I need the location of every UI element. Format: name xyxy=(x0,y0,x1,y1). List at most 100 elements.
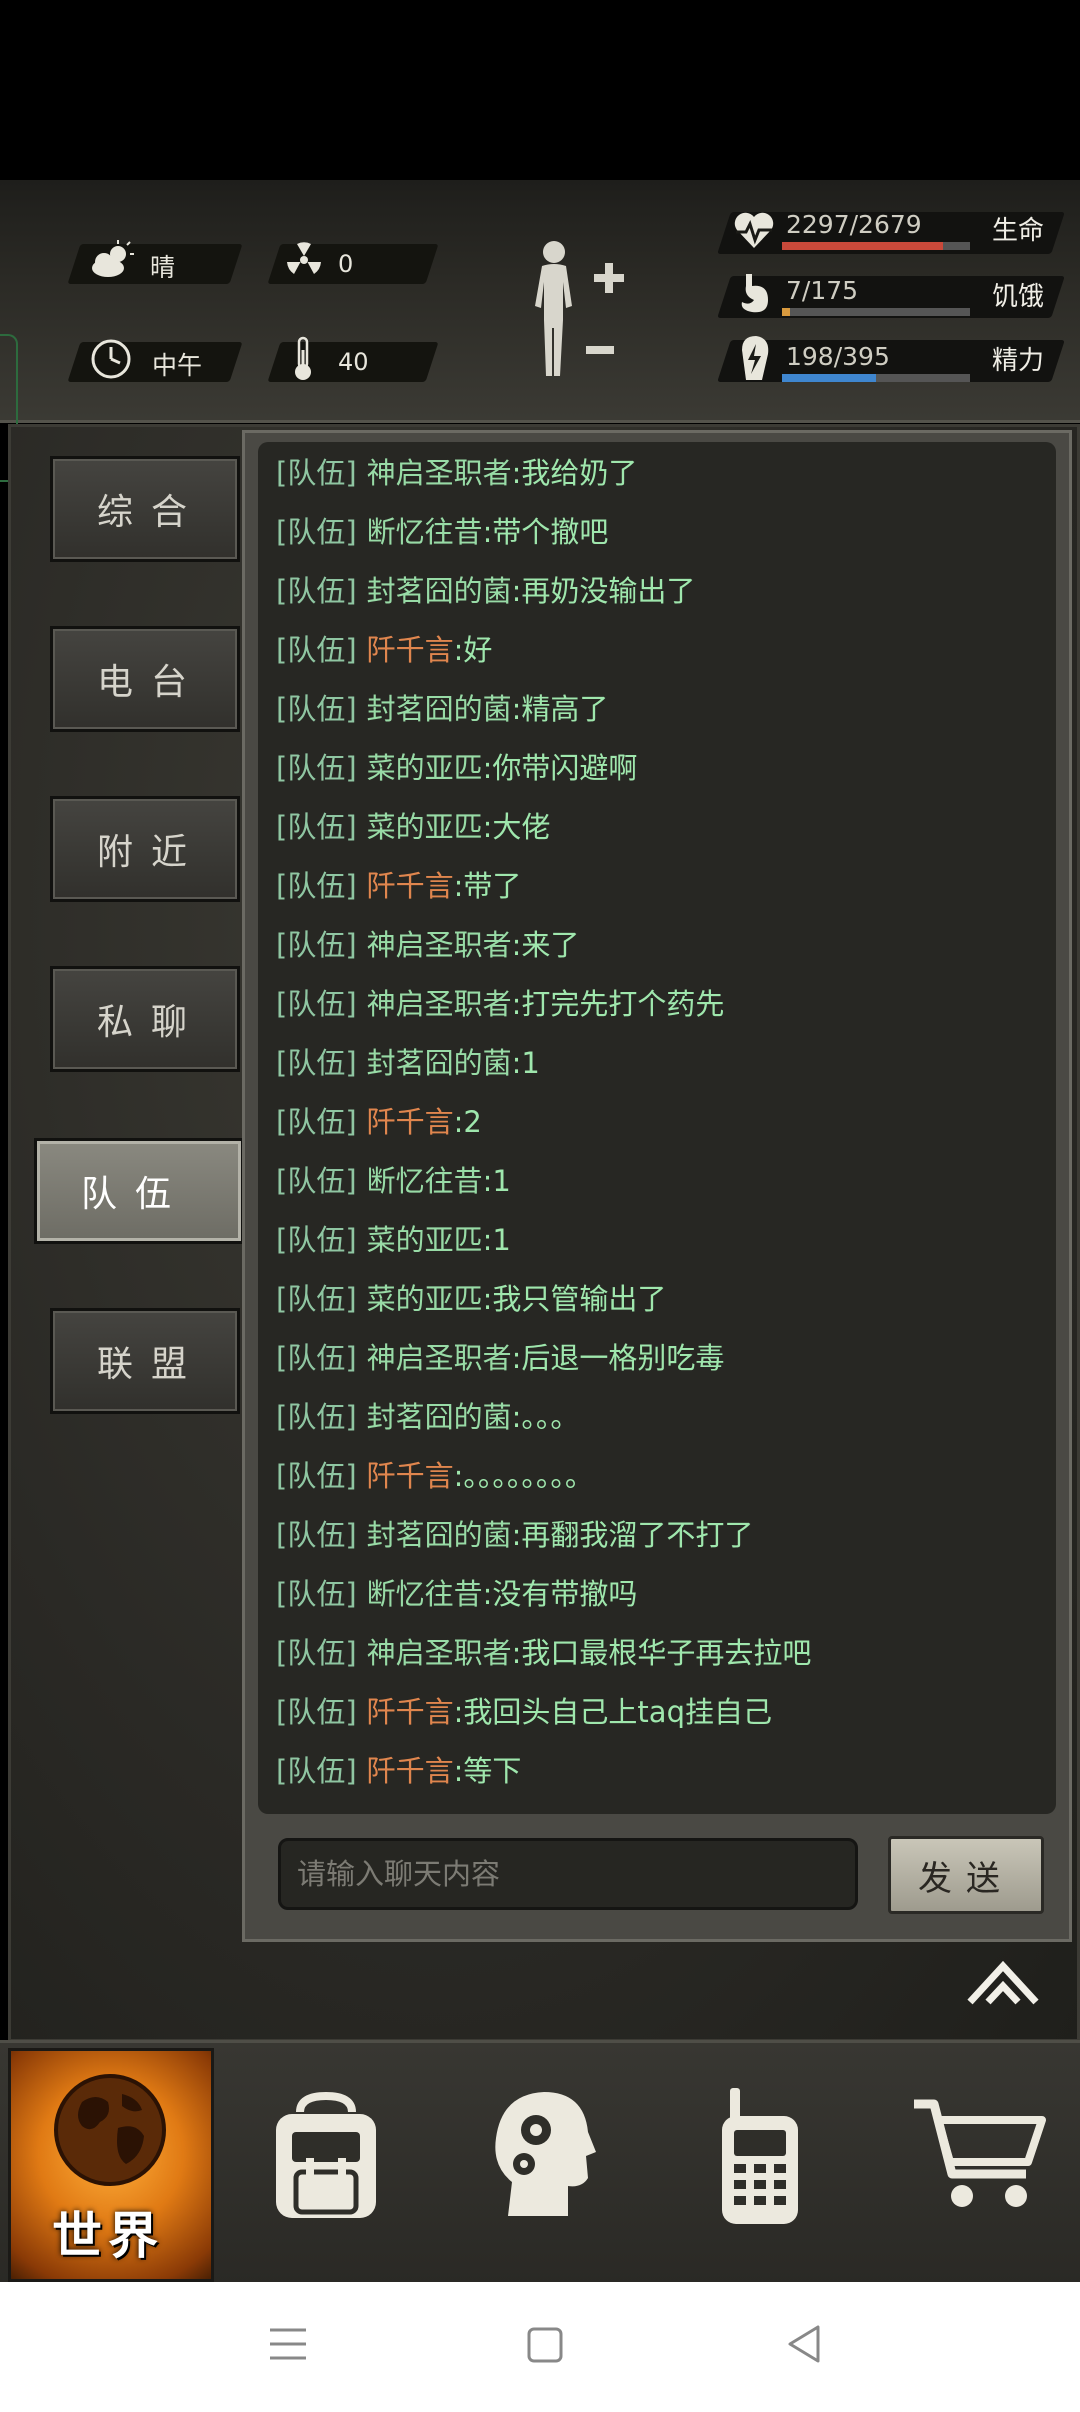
chat-channel-tag: [队伍] xyxy=(276,751,357,785)
heart-rate-icon xyxy=(734,212,774,248)
hunger-bar-fill xyxy=(782,308,790,316)
chat-message-text: :打完先打个药先 xyxy=(511,987,725,1021)
chat-sender-name[interactable]: 断忆往昔 xyxy=(367,1164,483,1198)
chat-message-list[interactable]: [队伍] 神启圣职者:我给奶了 [队伍] 断忆往昔:带个撤吧 [队伍] 封茗囧的菌:再奶没… xyxy=(258,442,1056,1814)
stomach-icon xyxy=(741,274,768,313)
hunger-bar-track xyxy=(782,308,970,316)
chat-message: [队伍] 阡千言:我回头自己上taq挂自己 xyxy=(258,1683,1056,1742)
health-label: 生命 xyxy=(992,216,1045,246)
chat-channel-tag: [队伍] xyxy=(276,1164,357,1198)
tab-alliance[interactable]: 联盟 xyxy=(50,1308,240,1414)
chat-sender-name[interactable]: 菜的亚匹 xyxy=(367,751,483,785)
time-label: 中午 xyxy=(152,351,203,380)
tab-radio[interactable]: 电台 xyxy=(50,626,240,732)
tab-label: 综合 xyxy=(97,492,206,533)
chat-message-text: :你带闪避啊 xyxy=(482,751,638,785)
chat-message-text: :。。。。。。。。 xyxy=(453,1459,594,1493)
tab-team[interactable]: 队伍 xyxy=(34,1138,244,1244)
chat-sender-name[interactable]: 封茗囧的菌 xyxy=(367,1518,512,1552)
chat-sender-name[interactable]: 封茗囧的菌 xyxy=(367,1400,512,1434)
chat-sender-name[interactable]: 神启圣职者 xyxy=(367,928,512,962)
home-icon[interactable] xyxy=(526,2326,564,2364)
chat-sender-name[interactable]: 阡千言 xyxy=(367,869,454,903)
chat-channel-tag: [队伍] xyxy=(276,633,357,667)
chat-message-text: :带个撤吧 xyxy=(482,515,609,549)
chat-message-text: :没有带撤吗 xyxy=(482,1577,638,1611)
chat-channel-tag: [队伍] xyxy=(276,810,357,844)
health-bar-fill xyxy=(782,242,944,250)
chat-message-text: :1 xyxy=(482,1164,511,1198)
chat-message-text: :我回头自己上taq挂自己 xyxy=(453,1695,772,1729)
tab-nearby[interactable]: 附近 xyxy=(50,796,240,902)
chat-sender-name[interactable]: 封茗囧的菌 xyxy=(367,574,512,608)
chat-channel-tag: [队伍] xyxy=(276,1636,357,1670)
chat-channel-tag: [队伍] xyxy=(276,1577,357,1611)
chat-sender-name[interactable]: 断忆往昔 xyxy=(367,515,483,549)
chat-sender-name[interactable]: 菜的亚匹 xyxy=(367,810,483,844)
chat-message-text: :精高了 xyxy=(511,692,609,726)
chat-sender-name[interactable]: 断忆往昔 xyxy=(367,1577,483,1611)
head-gears-icon[interactable] xyxy=(488,2086,598,2226)
tab-general[interactable]: 综合 xyxy=(50,456,240,562)
chat-message-text: :我只管输出了 xyxy=(482,1282,667,1316)
chat-sender-name[interactable]: 菜的亚匹 xyxy=(367,1223,483,1257)
chat-message: [队伍] 封茗囧的菌:再翻我溜了不打了 xyxy=(258,1506,1056,1565)
collapse-chevron-icon[interactable] xyxy=(966,1960,1040,2006)
chat-channel-tag: [队伍] xyxy=(276,1223,357,1257)
chat-message: [队伍] 封茗囧的菌:1 xyxy=(258,1034,1056,1093)
walkie-talkie-icon[interactable] xyxy=(712,2086,808,2228)
chat-sender-name[interactable]: 阡千言 xyxy=(367,633,454,667)
chat-channel-tag: [队伍] xyxy=(276,456,357,490)
chat-message-text: :等下 xyxy=(453,1754,522,1788)
chat-message-text: :1 xyxy=(511,1046,540,1080)
chat-message: [队伍] 断忆往昔:没有带撤吗 xyxy=(258,1565,1056,1624)
chat-message: [队伍] 阡千言:。。。。。。。。 xyxy=(258,1447,1056,1506)
chat-sender-name[interactable]: 阡千言 xyxy=(367,1695,454,1729)
back-icon[interactable] xyxy=(786,2324,822,2364)
chat-channel-tag: [队伍] xyxy=(276,928,357,962)
chat-input[interactable]: 请输入聊天内容 xyxy=(278,1838,858,1910)
tab-label: 队伍 xyxy=(81,1174,190,1215)
chat-sender-name[interactable]: 封茗囧的菌 xyxy=(367,692,512,726)
energy-bar-track xyxy=(782,374,970,382)
chat-sender-name[interactable]: 神启圣职者 xyxy=(367,456,512,490)
chat-message: [队伍] 神启圣职者:我口最根华子再去拉吧 xyxy=(258,1624,1056,1683)
chat-channel-tag: [队伍] xyxy=(276,1282,357,1316)
chat-sender-name[interactable]: 阡千言 xyxy=(367,1754,454,1788)
chat-sender-name[interactable]: 神启圣职者 xyxy=(367,1636,512,1670)
menu-icon[interactable] xyxy=(268,2326,308,2362)
chat-sender-name[interactable]: 阡千言 xyxy=(367,1459,454,1493)
chat-channel-tag: [队伍] xyxy=(276,1754,357,1788)
health-bar-track xyxy=(782,242,970,250)
chat-message: [队伍] 神启圣职者:来了 xyxy=(258,916,1056,975)
send-button[interactable]: 发送 xyxy=(888,1836,1044,1914)
hunger-label: 饥饿 xyxy=(992,282,1045,312)
chat-message: [队伍] 阡千言:带了 xyxy=(258,857,1056,916)
chat-channel-tag: [队伍] xyxy=(276,574,357,608)
chat-channel-tag: [队伍] xyxy=(276,1341,357,1375)
chat-message-text: :大佬 xyxy=(482,810,551,844)
chat-message-text: :我口最根华子再去拉吧 xyxy=(511,1636,812,1670)
cloud-sun-icon xyxy=(92,240,134,277)
tab-private[interactable]: 私聊 xyxy=(50,966,240,1072)
shopping-cart-icon[interactable] xyxy=(910,2096,1046,2216)
chat-message: [队伍] 封茗囧的菌:。。。 xyxy=(258,1388,1056,1447)
radiation-icon xyxy=(287,242,321,274)
tab-label: 私聊 xyxy=(97,1002,206,1043)
chat-sender-name[interactable]: 神启圣职者 xyxy=(367,1341,512,1375)
radiation-value: 0 xyxy=(338,250,354,278)
weather-label: 晴 xyxy=(150,253,176,282)
chat-sender-name[interactable]: 菜的亚匹 xyxy=(367,1282,483,1316)
backpack-icon[interactable] xyxy=(266,2092,386,2222)
chat-sender-name[interactable]: 封茗囧的菌 xyxy=(367,1046,512,1080)
chat-message-text: :来了 xyxy=(511,928,580,962)
world-tab-label: 世界 xyxy=(52,2207,164,2265)
chat-message: [队伍] 菜的亚匹:1 xyxy=(258,1211,1056,1270)
chat-message: [队伍] 菜的亚匹:你带闪避啊 xyxy=(258,739,1056,798)
chat-sender-name[interactable]: 神启圣职者 xyxy=(367,987,512,1021)
chat-message-text: :我给奶了 xyxy=(511,456,638,490)
body-status-figure[interactable] xyxy=(516,236,626,386)
chat-message: [队伍] 阡千言:2 xyxy=(258,1093,1056,1152)
chat-sender-name[interactable]: 阡千言 xyxy=(367,1105,454,1139)
chat-message-text: :。。。 xyxy=(511,1400,580,1434)
